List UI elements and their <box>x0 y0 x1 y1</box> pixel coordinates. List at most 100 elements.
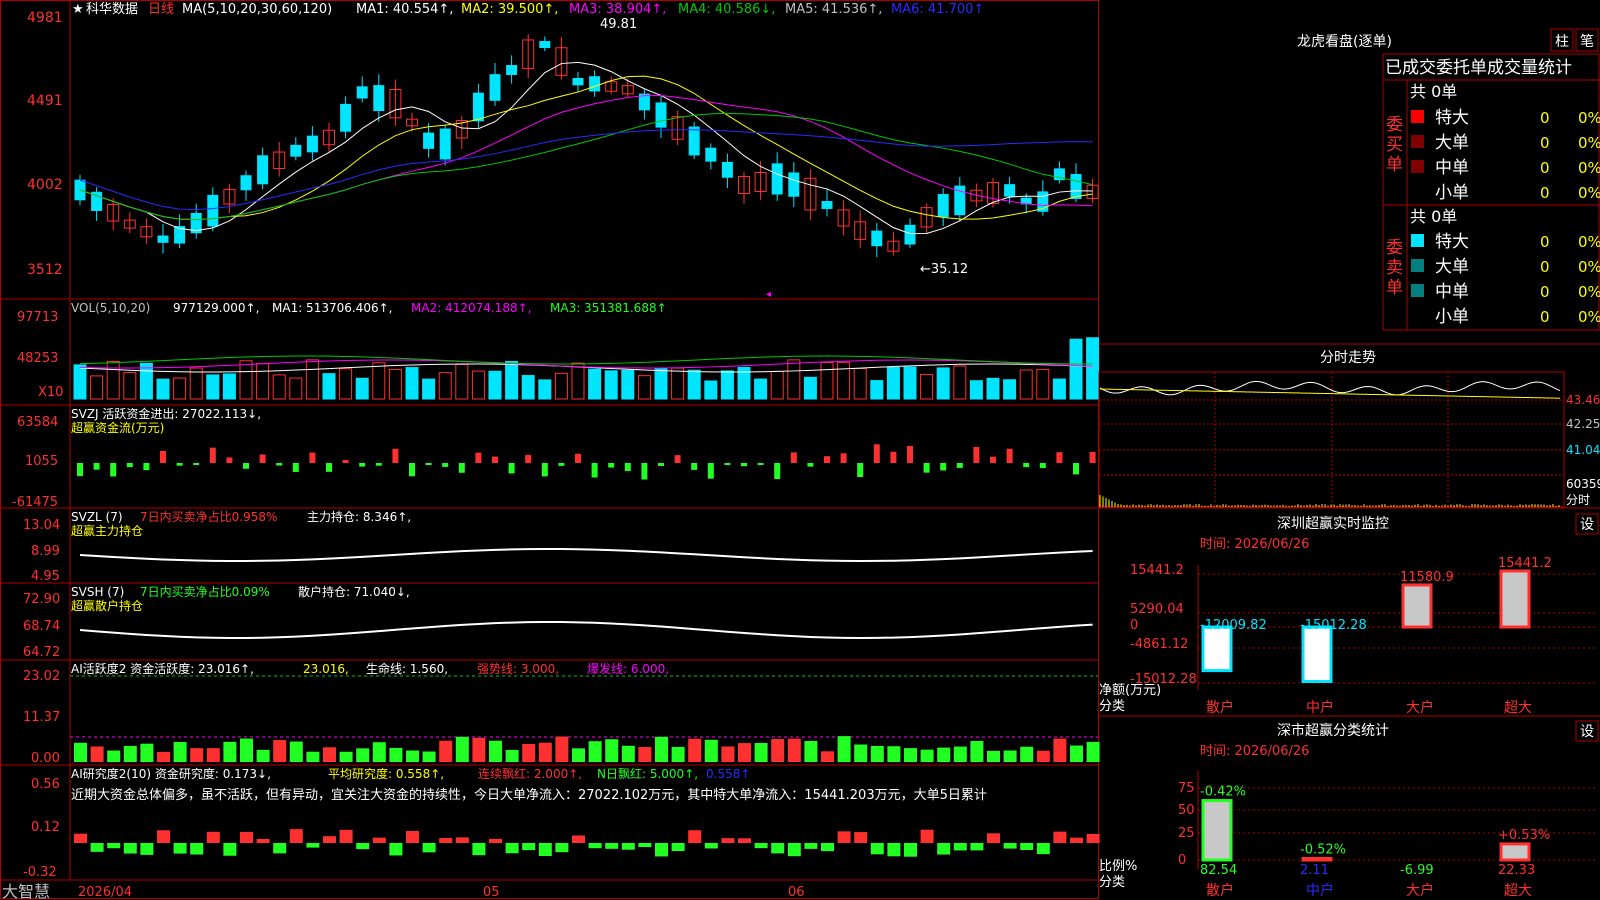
ai2-bar <box>937 843 951 855</box>
ai2-n: N日飘红: 5.000↑, <box>597 766 698 781</box>
ai2-comment: 近期大资金总体偏多，虽不活跃，但有异动，宜关注大资金的持续性，今日大单净流入：2… <box>71 787 987 803</box>
date-tick: 06 <box>788 885 805 900</box>
ai1-bar <box>157 751 170 762</box>
volume-bar <box>1052 378 1066 400</box>
ai1-bar <box>821 751 834 762</box>
svzj-bar <box>160 450 166 463</box>
volume-bar <box>355 377 369 400</box>
ma6-value: MA6: 41.700↑ <box>891 2 984 17</box>
volume-bar <box>571 362 585 400</box>
svzl-pct: 7日内买卖净占比0.958% <box>140 509 277 524</box>
ai1-bar <box>90 746 104 762</box>
sc-category: 散户 <box>1206 882 1234 899</box>
ai1-bar <box>323 747 336 762</box>
ai2-bar <box>173 843 187 854</box>
order-row-value: 0 <box>1540 283 1550 301</box>
ai2-bar <box>904 843 917 857</box>
ai2-bar <box>721 838 735 843</box>
svzj-bar <box>956 463 963 468</box>
period-label[interactable]: 日线 <box>148 2 174 17</box>
volume-bar <box>455 363 469 400</box>
svzj-sub: 超赢资金流(万元) <box>71 420 164 435</box>
ai2-avg: 平均研究度: 0.558↑, <box>328 766 444 781</box>
volume-bar <box>222 373 236 400</box>
volume-bar <box>903 366 917 400</box>
sz-settings-label[interactable]: 设 <box>1580 517 1594 533</box>
ai2-cont: 连续飘红: 2.000↑, <box>478 766 582 781</box>
volume-bar <box>770 370 784 400</box>
svzj-bar <box>724 463 731 465</box>
sc-ylabel: 比例% <box>1099 859 1137 874</box>
svzl-tick: 13.04 <box>23 518 60 533</box>
candle-body-down <box>340 103 352 132</box>
stock-name[interactable]: 科华数据 <box>86 2 138 17</box>
volume-bar <box>505 360 519 400</box>
tick-mode-label[interactable]: 笔 <box>1580 34 1594 50</box>
svzj-bar <box>691 463 698 470</box>
ai1-bar <box>505 749 519 762</box>
candle-body-down <box>904 224 916 245</box>
svzj-bar <box>359 463 366 467</box>
ai1-bar <box>605 739 619 762</box>
order-row-pct: 0% <box>1578 184 1600 202</box>
price-header: ★ 科华数据 日线 MA(5,10,20,30,60,120) MA1: 40.… <box>72 2 984 17</box>
sz-bar-label: -15012.28 <box>1300 618 1367 633</box>
candle-body-down <box>157 235 169 243</box>
vol-ma3: MA3: 351381.688↑ <box>550 301 667 315</box>
ai2-bar <box>289 829 303 843</box>
svzj-tick: 63584 <box>17 415 58 430</box>
svzj-bar <box>126 463 133 468</box>
ai1-bar <box>937 747 951 762</box>
ai1-header: AI活跃度2 资金活跃度: 23.016↑, 23.016, 生命线: 1.56… <box>71 661 669 676</box>
ai2-tick: 0.12 <box>31 820 60 835</box>
ai2-bar <box>738 838 751 843</box>
volume-bar <box>256 363 270 400</box>
candle-body-down <box>721 161 733 178</box>
volume-bar <box>139 362 153 400</box>
ai1-bar <box>837 736 851 762</box>
candle-body-down <box>290 144 302 157</box>
price-tick: 4491 <box>27 93 63 109</box>
ai1-bar <box>140 743 154 762</box>
ai2-extra: 0.558↑ <box>706 767 750 781</box>
volume-bar <box>803 376 817 400</box>
volume-bar <box>73 364 87 400</box>
sc-bar <box>1201 799 1233 862</box>
ai1-bar <box>688 738 702 762</box>
sz-tick: 15441.2 <box>1130 563 1184 578</box>
ai1-bar <box>1020 746 1034 762</box>
order-row-pct: 0% <box>1578 159 1600 177</box>
sz-tick: -4861.12 <box>1130 637 1188 652</box>
order-row-value: 0 <box>1540 308 1550 326</box>
svsh-tick: 64.72 <box>23 645 60 660</box>
svzj-bar <box>641 463 648 480</box>
ai2-bar <box>854 832 868 843</box>
ai1-bar <box>572 748 585 762</box>
volume-bar <box>837 361 851 400</box>
sc-bar <box>1301 856 1333 862</box>
svzj-bar <box>475 452 482 463</box>
ai1-bar <box>655 736 668 762</box>
sz-bar <box>1201 625 1233 673</box>
order-row-pct: 0% <box>1578 233 1600 251</box>
ai1-bar <box>787 738 801 762</box>
date-tick: 05 <box>483 885 500 900</box>
candle-body-down <box>539 41 551 48</box>
candlestick-series[interactable] <box>74 34 1099 258</box>
order-row-name: 大单 <box>1435 257 1469 277</box>
bar-mode-label[interactable]: 柱 <box>1555 34 1569 50</box>
ai1-bar <box>256 749 270 762</box>
vol-ma1: MA1: 513706.406↑, <box>272 301 392 315</box>
ai2-bar <box>489 838 502 843</box>
volume-bar <box>637 375 651 400</box>
svsh-tick: 72.90 <box>23 592 60 607</box>
star-icon[interactable]: ★ <box>72 2 84 17</box>
candle-body-down <box>257 155 269 185</box>
ai2-bar <box>256 838 270 843</box>
candle-body-down <box>771 163 783 195</box>
ai2-bar <box>887 843 901 857</box>
order-row-pct: 0% <box>1578 258 1600 276</box>
ai1-bar <box>970 741 984 762</box>
sc-settings-label[interactable]: 设 <box>1580 724 1594 740</box>
ai2-bar <box>439 838 453 843</box>
